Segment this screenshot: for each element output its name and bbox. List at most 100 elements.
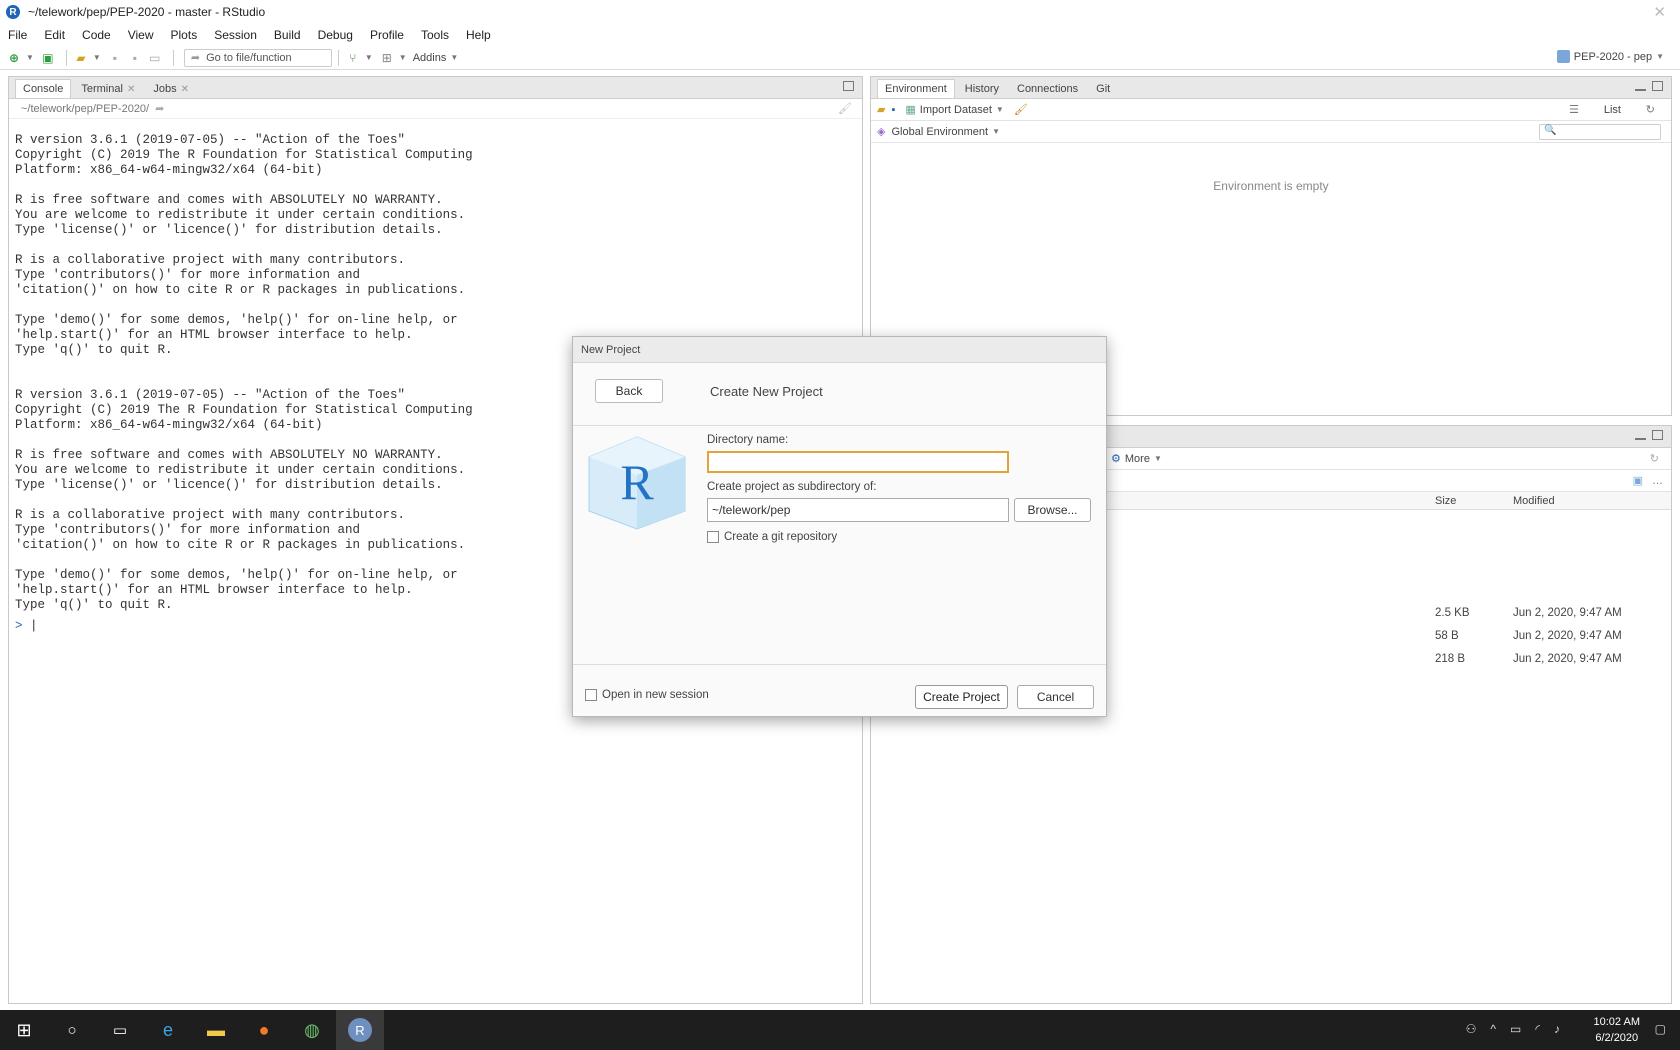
git-caret-icon[interactable]: ▼: [365, 53, 373, 62]
open-file-caret-icon[interactable]: ▼: [93, 53, 101, 62]
pane-layout-caret-icon[interactable]: ▼: [399, 53, 407, 62]
checkbox-box: [585, 689, 597, 701]
close-tab-icon[interactable]: ✕: [181, 84, 189, 95]
refresh-env-icon[interactable]: ↻: [1646, 103, 1655, 116]
import-caret-icon[interactable]: ▼: [996, 105, 1004, 114]
tray-chevron-up-icon[interactable]: ^: [1490, 1022, 1496, 1036]
edge-browser-icon[interactable]: e: [144, 1010, 192, 1050]
more-menu[interactable]: More: [1125, 453, 1150, 465]
start-button-icon[interactable]: ⊞: [0, 1010, 48, 1050]
tab-history[interactable]: History: [957, 79, 1007, 98]
save-all-icon[interactable]: ▪: [127, 50, 143, 66]
working-directory[interactable]: ~/telework/pep/PEP-2020/: [21, 103, 149, 115]
r-logo-letter: R: [620, 454, 654, 510]
save-icon[interactable]: ▪: [107, 50, 123, 66]
firefox-icon[interactable]: ●: [240, 1010, 288, 1050]
menu-debug[interactable]: Debug: [318, 28, 353, 42]
menu-code[interactable]: Code: [82, 28, 111, 42]
maximize-pane-icon[interactable]: [1652, 81, 1663, 91]
web-browser-icon[interactable]: ◍: [288, 1010, 336, 1050]
rstudio-taskbar-letter: R: [348, 1018, 372, 1042]
maximize-pane-icon[interactable]: [1652, 430, 1663, 440]
cancel-button[interactable]: Cancel: [1017, 685, 1094, 709]
print-icon[interactable]: ▭: [147, 50, 163, 66]
environment-scope-menu[interactable]: Global Environment: [891, 126, 988, 138]
tab-git[interactable]: Git: [1088, 79, 1118, 98]
scope-caret-icon[interactable]: ▼: [992, 127, 1000, 136]
file-row[interactable]: 2.5 KB Jun 2, 2020, 9:47 AM: [1435, 607, 1665, 619]
addins-menu[interactable]: Addins: [413, 52, 447, 64]
git-repo-checkbox[interactable]: Create a git repository: [707, 531, 837, 543]
tab-environment[interactable]: Environment: [877, 79, 955, 98]
column-modified[interactable]: Modified: [1513, 495, 1555, 507]
taskbar-clock[interactable]: 10:02 AM 6/2/2020: [1594, 1014, 1640, 1046]
project-files-icon[interactable]: ▣: [1633, 474, 1643, 487]
file-row[interactable]: 218 B Jun 2, 2020, 9:47 AM: [1435, 653, 1665, 665]
column-size[interactable]: Size: [1435, 495, 1456, 507]
dialog-divider: [573, 425, 1106, 426]
menu-build[interactable]: Build: [274, 28, 301, 42]
view-mode-menu[interactable]: List: [1604, 104, 1621, 116]
main-toolbar: ⊕ ▼ ▣ ▰ ▼ ▪ ▪ ▭ ➦ Go to file/function ⑂ …: [0, 46, 1680, 70]
toolbar-divider: [172, 49, 174, 66]
battery-icon[interactable]: ▭: [1510, 1022, 1521, 1036]
file-explorer-icon[interactable]: ▬: [192, 1010, 240, 1050]
network-icon[interactable]: ◜: [1535, 1022, 1540, 1036]
search-icon[interactable]: ○: [48, 1010, 96, 1050]
notifications-icon[interactable]: ▢: [1655, 1022, 1666, 1036]
menu-bar: File Edit Code View Plots Session Build …: [0, 24, 1680, 45]
task-view-icon[interactable]: ▭: [96, 1010, 144, 1050]
goto-directory-icon[interactable]: ➦: [155, 102, 164, 115]
refresh-files-icon[interactable]: ↻: [1650, 452, 1659, 465]
menu-edit[interactable]: Edit: [44, 28, 65, 42]
new-file-caret-icon[interactable]: ▼: [26, 53, 34, 62]
menu-profile[interactable]: Profile: [370, 28, 404, 42]
menu-tools[interactable]: Tools: [421, 28, 449, 42]
minimize-pane-icon[interactable]: [1635, 430, 1646, 440]
tab-console[interactable]: Console: [15, 79, 72, 98]
directory-name-input[interactable]: [707, 451, 1009, 473]
save-workspace-icon[interactable]: ▪: [891, 104, 895, 116]
goto-arrow-icon: ➦: [190, 52, 201, 64]
open-file-icon[interactable]: ▰: [73, 50, 89, 66]
addins-caret-icon[interactable]: ▼: [450, 53, 458, 62]
file-modified: Jun 2, 2020, 9:47 AM: [1513, 607, 1622, 619]
clear-console-icon[interactable]: 🖌: [838, 102, 852, 115]
open-new-session-checkbox[interactable]: Open in new session: [585, 689, 709, 701]
menu-help[interactable]: Help: [466, 28, 491, 42]
load-workspace-icon[interactable]: ▰: [877, 103, 885, 116]
file-row[interactable]: 58 B Jun 2, 2020, 9:47 AM: [1435, 630, 1665, 642]
restore-pane-icon[interactable]: [843, 81, 854, 91]
window-close-icon[interactable]: ✕: [1653, 3, 1666, 21]
clear-environment-icon[interactable]: 🖌: [1014, 103, 1028, 116]
goto-file-input[interactable]: ➦ Go to file/function: [183, 48, 332, 67]
people-icon[interactable]: ⚇: [1466, 1022, 1477, 1036]
menu-file[interactable]: File: [8, 28, 27, 42]
project-menu[interactable]: PEP-2020 - pep ▼: [1556, 50, 1670, 63]
tab-terminal[interactable]: Terminal ✕: [73, 79, 143, 98]
menu-plots[interactable]: Plots: [171, 28, 198, 42]
menu-view[interactable]: View: [128, 28, 154, 42]
browse-button[interactable]: Browse...: [1014, 498, 1091, 522]
import-dataset-menu[interactable]: Import Dataset: [920, 104, 992, 116]
minimize-pane-icon[interactable]: [1635, 81, 1646, 91]
directory-name-label: Directory name:: [707, 434, 789, 446]
new-file-icon[interactable]: ⊕: [6, 50, 22, 66]
tab-connections[interactable]: Connections: [1009, 79, 1086, 98]
tab-jobs[interactable]: Jobs ✕: [145, 79, 197, 98]
more-path-icon[interactable]: …: [1652, 475, 1663, 487]
new-project-icon[interactable]: ▣: [40, 50, 56, 66]
volume-icon[interactable]: ♪: [1554, 1022, 1560, 1036]
create-project-button[interactable]: Create Project: [915, 685, 1008, 709]
env-search-input[interactable]: 🔍: [1539, 123, 1661, 140]
close-tab-icon[interactable]: ✕: [127, 84, 135, 95]
back-button[interactable]: Back: [595, 379, 663, 403]
env-pane-controls: [1635, 81, 1663, 91]
menu-session[interactable]: Session: [214, 28, 257, 42]
parent-directory-input[interactable]: ~/telework/pep: [707, 498, 1009, 522]
more-caret-icon[interactable]: ▼: [1154, 454, 1162, 463]
project-label: PEP-2020 - pep: [1573, 50, 1653, 63]
git-icon[interactable]: ⑂: [345, 50, 361, 66]
rstudio-taskbar-icon[interactable]: R: [336, 1010, 384, 1050]
pane-layout-icon[interactable]: ⊞: [379, 50, 395, 66]
